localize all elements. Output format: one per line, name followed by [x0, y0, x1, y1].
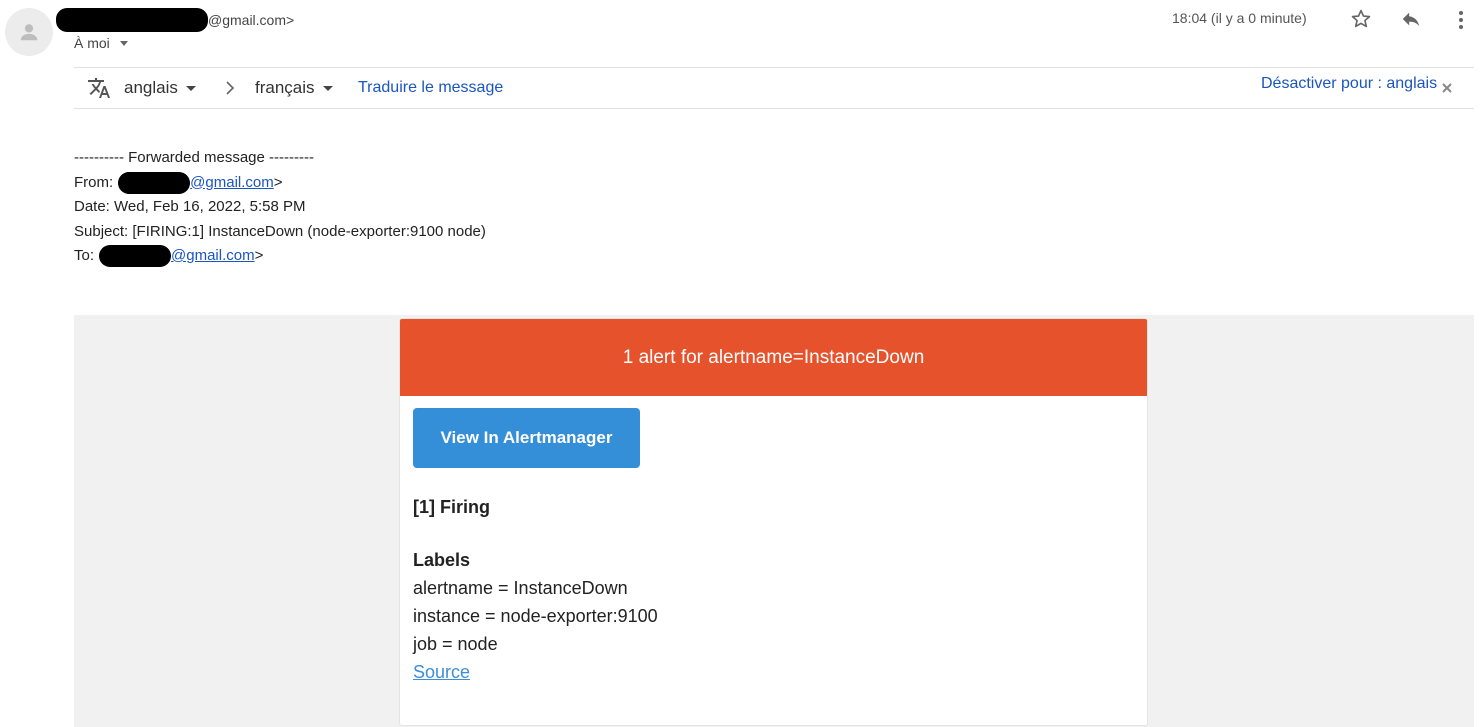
chevron-down-icon: [322, 85, 333, 91]
source-link[interactable]: Source: [413, 662, 470, 683]
sender-avatar[interactable]: [5, 8, 53, 56]
alert-title: 1 alert for alertname=InstanceDown: [400, 319, 1147, 396]
label-instance: instance = node-exporter:9100: [413, 606, 658, 626]
more-options-button[interactable]: [1450, 6, 1472, 34]
forwarded-divider: ---------- Forwarded message ---------: [74, 149, 314, 166]
target-language-select[interactable]: français: [255, 68, 333, 108]
view-in-alertmanager-button[interactable]: View In Alertmanager: [413, 408, 640, 468]
to-email-bracket: >: [254, 247, 264, 264]
reply-icon: [1402, 12, 1420, 27]
redacted-from-name: [118, 171, 191, 194]
close-icon: [1442, 83, 1452, 93]
label-job: job = node: [413, 634, 498, 654]
sender-email-suffix: @gmail.com>: [208, 12, 295, 28]
close-translate-button[interactable]: [1442, 68, 1452, 108]
target-language-label: français: [255, 78, 315, 97]
translate-icon-wrap: [87, 68, 111, 108]
message-time: 18:04 (il y a 0 minute): [1172, 10, 1307, 26]
star-button[interactable]: [1348, 6, 1374, 32]
more-vert-icon: [1459, 11, 1463, 29]
date-line: Date: Wed, Feb 16, 2022, 5:58 PM: [74, 198, 306, 215]
from-email-link[interactable]: @gmail.com: [190, 171, 274, 196]
sender-line: @gmail.com>: [56, 8, 294, 32]
redacted-sender-name: [56, 8, 208, 32]
source-language-select[interactable]: anglais: [124, 68, 196, 108]
person-icon: [20, 24, 38, 41]
recipient-dropdown[interactable]: À moi: [74, 35, 128, 51]
star-icon: [1351, 9, 1371, 28]
forwarded-header: ---------- Forwarded message --------- F…: [74, 146, 486, 269]
from-label: From:: [74, 173, 114, 191]
translate-icon: [88, 78, 110, 98]
from-line: From: @gmail.com >: [74, 171, 486, 196]
firing-count: [1] Firing: [413, 497, 490, 517]
from-email-bracket: >: [273, 173, 283, 191]
chevron-down-icon: [185, 85, 196, 91]
translate-bar: anglais français Traduire le message Dés…: [74, 67, 1474, 109]
to-line: To: @gmail.com >: [74, 244, 486, 269]
redacted-to-name: [99, 245, 172, 268]
disable-translation-link[interactable]: Désactiver pour : anglais: [1261, 64, 1437, 104]
to-email-link[interactable]: @gmail.com: [171, 244, 255, 269]
label-alertname: alertname = InstanceDown: [413, 578, 628, 598]
to-label: To:: [74, 247, 95, 264]
chevron-right-icon: [226, 81, 235, 95]
language-arrow: [224, 68, 236, 108]
labels-heading: Labels: [413, 550, 471, 570]
translate-message-link[interactable]: Traduire le message: [358, 68, 503, 108]
source-language-label: anglais: [124, 78, 178, 97]
recipient-label: À moi: [74, 35, 110, 51]
subject-line: Subject: [FIRING:1] InstanceDown (node-e…: [74, 222, 486, 240]
alert-card: 1 alert for alertname=InstanceDown View …: [399, 318, 1148, 726]
chevron-down-icon: [119, 40, 128, 46]
reply-button[interactable]: [1398, 6, 1424, 32]
